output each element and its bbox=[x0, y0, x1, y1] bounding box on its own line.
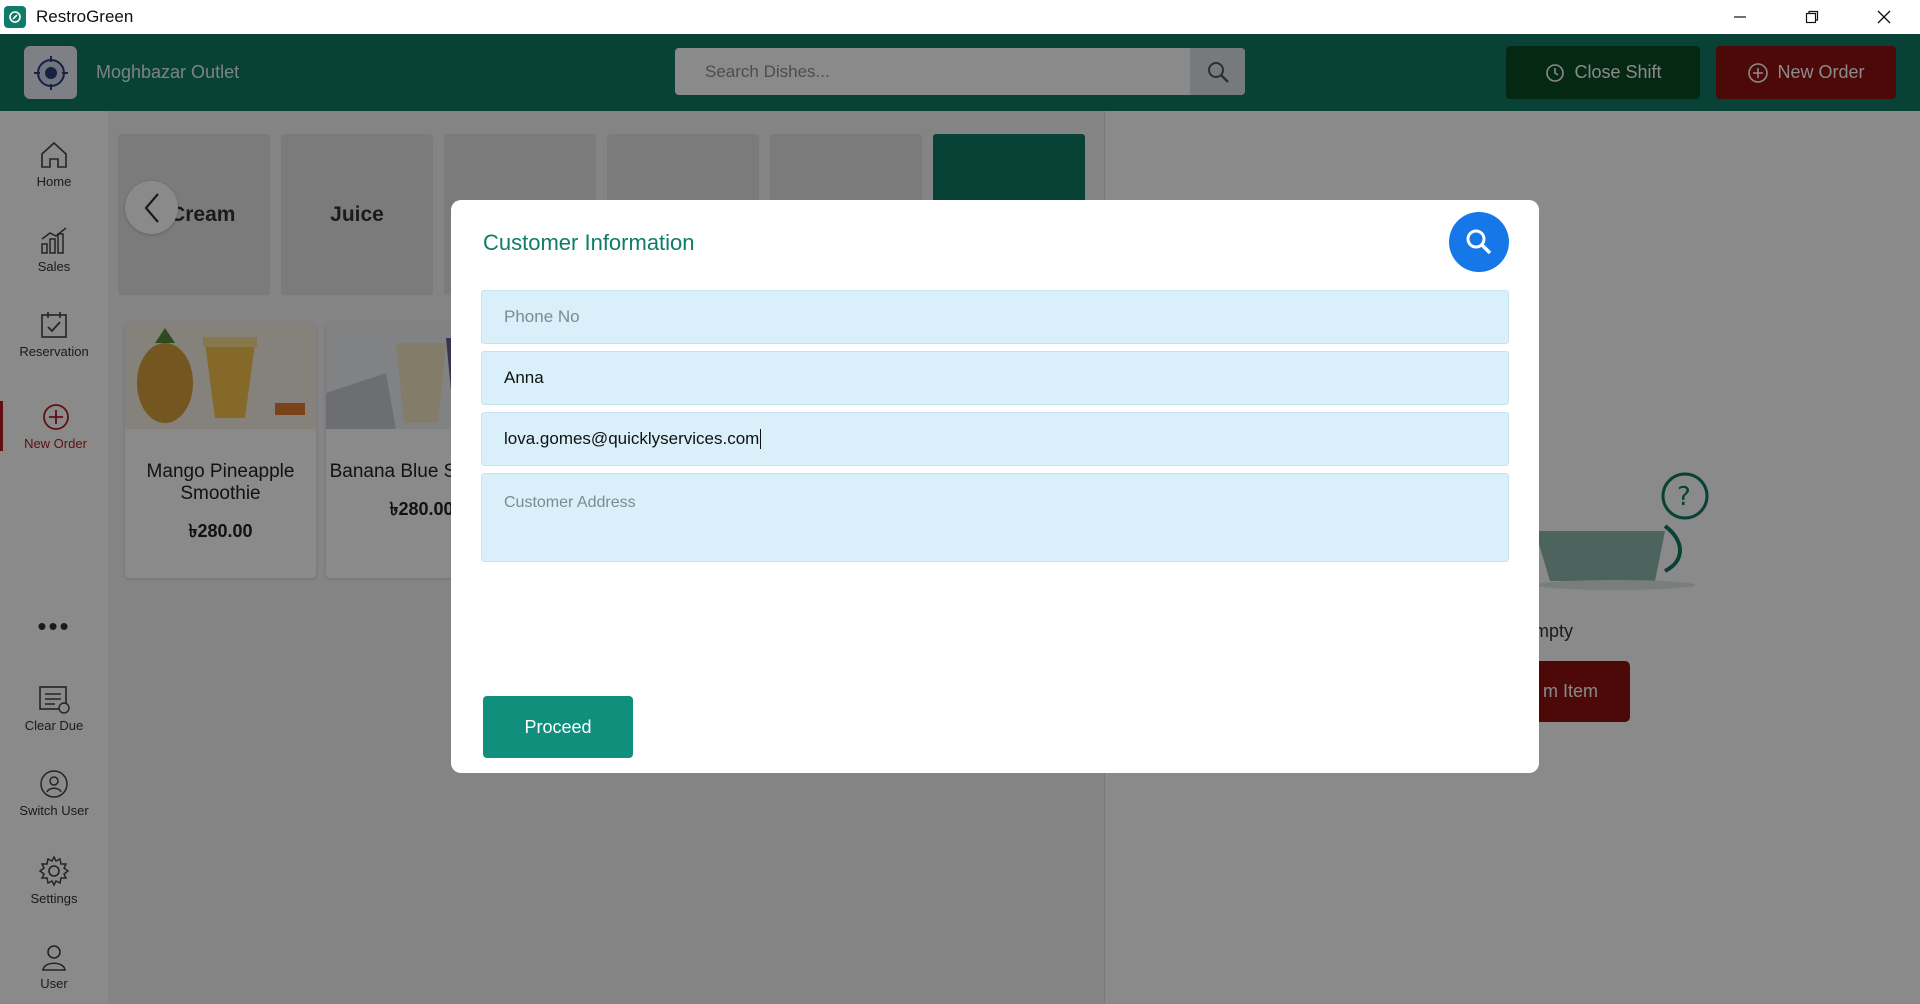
window-titlebar: RestroGreen bbox=[0, 0, 1920, 34]
email-field[interactable]: lova.gomes@quicklyservices.com bbox=[481, 412, 1509, 466]
minimize-button[interactable] bbox=[1704, 0, 1776, 34]
phone-field[interactable]: Phone No bbox=[481, 290, 1509, 344]
dialog-title: Customer Information bbox=[483, 230, 695, 255]
search-icon bbox=[1466, 229, 1492, 255]
minimize-icon bbox=[1734, 16, 1746, 18]
app-logo-icon bbox=[4, 6, 26, 28]
text-cursor bbox=[760, 429, 762, 449]
customer-info-dialog: Customer Information Phone No Anna lova.… bbox=[451, 200, 1539, 773]
close-icon bbox=[1877, 10, 1891, 24]
proceed-button[interactable]: Proceed bbox=[483, 696, 633, 758]
address-field[interactable]: Customer Address bbox=[481, 473, 1509, 562]
window-title: RestroGreen bbox=[36, 7, 134, 26]
customer-search-button[interactable] bbox=[1449, 212, 1509, 272]
restore-icon bbox=[1805, 10, 1819, 24]
email-value: lova.gomes@quicklyservices.com bbox=[504, 429, 760, 448]
restore-button[interactable] bbox=[1776, 0, 1848, 34]
name-field[interactable]: Anna bbox=[481, 351, 1509, 405]
close-window-button[interactable] bbox=[1848, 0, 1920, 34]
